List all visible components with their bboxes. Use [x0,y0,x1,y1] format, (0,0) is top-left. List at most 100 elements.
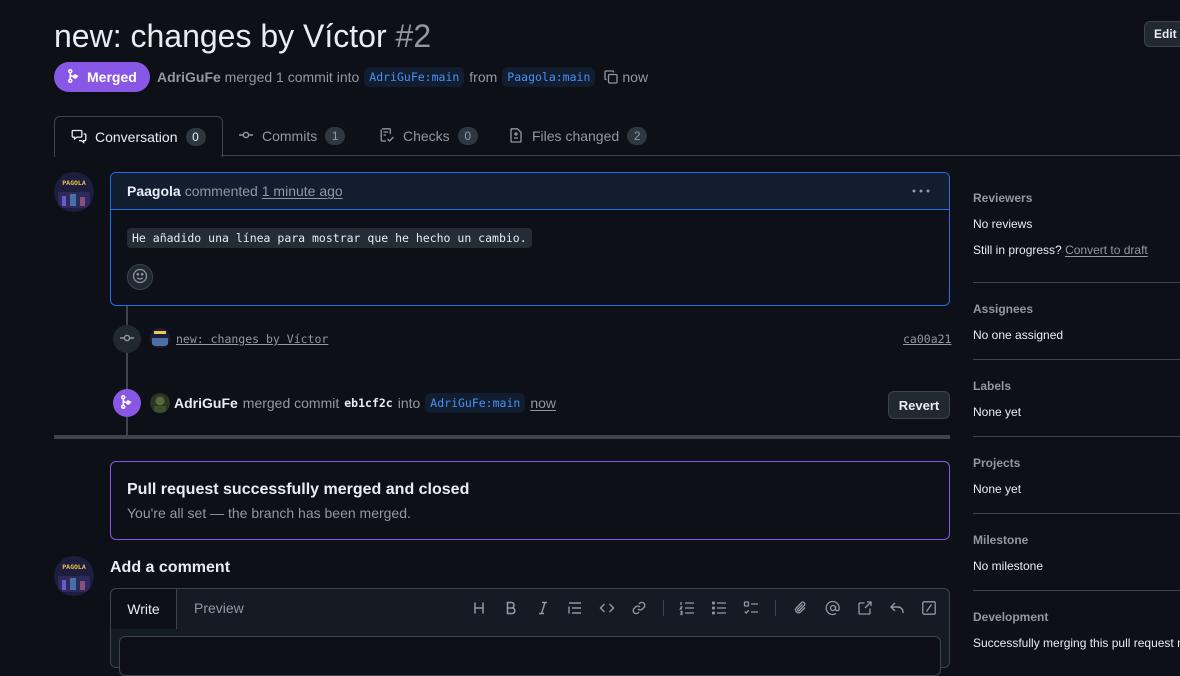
tab-counter: 1 [325,127,346,145]
toolbar-separator [663,600,664,616]
unordered-list-icon[interactable] [711,600,727,616]
page-title: new: changes by Víctor #2 [54,16,431,56]
merge-icon [119,394,135,413]
avatar-text: PAGOLA [62,563,86,571]
editor-preview-tab[interactable]: Preview [194,600,244,616]
kebab-menu-icon[interactable] [904,182,938,200]
sidebar-divider [973,436,1180,437]
comment-header: Paagola commented 1 minute ago [111,173,949,210]
commit-message-link[interactable]: new: changes by Víctor [176,332,328,346]
development-heading[interactable]: Development [973,610,1048,624]
italic-icon[interactable] [535,600,551,616]
tab-counter: 0 [185,128,206,146]
smiley-icon [132,268,148,287]
merge-status-title: Pull request successfully merged and clo… [127,481,470,498]
milestone-heading[interactable]: Milestone [973,533,1028,547]
quote-icon[interactable] [567,600,583,616]
merge-event-badge [113,389,141,417]
reviewers-value: No reviews [973,217,1033,231]
comment-time-link[interactable]: 1 minute ago [262,183,343,199]
assignees-value: No one assigned [973,328,1064,342]
base-branch-label[interactable]: AdriGuFe:main [364,67,465,87]
timeline-end-divider [54,435,950,439]
tab-label: Commits [262,128,318,144]
tab-counter: 0 [457,127,478,145]
attach-icon[interactable] [793,600,809,616]
merge-status-box [110,461,950,540]
link-icon[interactable] [631,600,647,616]
bold-icon[interactable] [503,600,519,616]
commit-icon [238,127,254,146]
pr-number: #2 [395,18,432,54]
task-list-icon[interactable] [743,600,759,616]
mention-icon[interactable] [825,600,841,616]
file-diff-icon [508,127,524,146]
tab-label: Checks [403,128,450,144]
sidebar-divider [973,590,1180,591]
comment-action: commented [184,183,258,199]
in-progress-text: Still in progress? [973,243,1062,257]
merge-event-author[interactable]: AdriGuFe [174,395,238,411]
merge-event-text: AdriGuFe merged commit eb1cf2c into Adri… [174,393,556,413]
commit-author-avatar[interactable] [150,328,170,348]
projects-heading[interactable]: Projects [973,456,1020,470]
revert-button[interactable]: Revert [888,391,950,419]
tab-files-changed[interactable]: Files changed 2 [508,116,648,156]
editor-write-tab[interactable]: Write [111,589,177,629]
add-comment-heading: Add a comment [110,559,231,576]
merge-event-time[interactable]: now [530,395,556,411]
tab-label: Files changed [532,128,620,144]
reviewers-heading[interactable]: Reviewers [973,191,1032,205]
merge-status-subtitle: You're all set — the branch has been mer… [127,505,411,521]
milestone-value: No milestone [973,559,1044,573]
merger-name[interactable]: AdriGuFe [157,69,221,85]
tabs-divider [221,155,1180,156]
merged-text: merged 1 commit into [224,69,360,85]
projects-value: None yet [973,482,1022,496]
merge-commit-sha[interactable]: eb1cf2c [344,396,392,410]
merger-avatar[interactable] [150,393,170,413]
comment-body: He añadido una línea para mostrar que he… [127,228,532,248]
current-user-avatar[interactable]: PAGOLA [54,556,94,596]
reply-icon[interactable] [889,600,905,616]
tab-checks[interactable]: Checks 0 [379,116,478,156]
sidebar-divider [973,282,1180,283]
merge-event-action: merged commit [242,395,340,411]
sidebar-divider [973,359,1180,360]
ordered-list-icon[interactable] [679,600,695,616]
edit-button[interactable]: Edit [1144,21,1180,47]
toolbar-separator [775,600,776,616]
sidebar-divider [973,513,1180,514]
from-text: from [469,69,498,85]
merge-time: now [622,69,649,85]
assignees-heading[interactable]: Assignees [973,302,1033,316]
comment-discussion-icon [71,128,87,147]
copy-icon[interactable] [603,69,619,85]
comment-textarea[interactable] [119,636,941,676]
pr-meta-line: AdriGuFe merged 1 commit into AdriGuFe:m… [157,66,648,88]
pr-tabs: Conversation 0 Commits 1 Checks 0 Files … [54,116,1180,157]
cross-reference-icon[interactable] [857,600,873,616]
commit-icon [119,330,135,349]
commit-sha-link[interactable]: ca00a21 [903,332,951,346]
commit-event-badge [113,325,141,353]
draft-prompt: Still in progress? Convert to draft [973,243,1148,257]
labels-value: None yet [973,405,1022,419]
comment-author[interactable]: Paagola [127,183,181,199]
slash-command-icon[interactable] [921,600,937,616]
pr-title: new: changes by Víctor [54,18,387,54]
avatar-text: PAGOLA [62,179,86,187]
head-branch-label[interactable]: Paagola:main [502,67,596,87]
labels-heading[interactable]: Labels [973,379,1011,393]
code-icon[interactable] [599,600,615,616]
checklist-icon [379,127,395,146]
merge-target-branch[interactable]: AdriGuFe:main [425,393,526,413]
heading-icon[interactable] [471,600,487,616]
convert-to-draft-link[interactable]: Convert to draft [1065,243,1148,257]
tab-label: Conversation [95,129,178,145]
tab-conversation[interactable]: Conversation 0 [54,116,223,157]
commenter-avatar[interactable]: PAGOLA [54,172,94,212]
development-value: Successfully merging this pull request m… [973,636,1180,650]
tab-commits[interactable]: Commits 1 [238,116,346,156]
add-reaction-button[interactable] [127,264,153,290]
